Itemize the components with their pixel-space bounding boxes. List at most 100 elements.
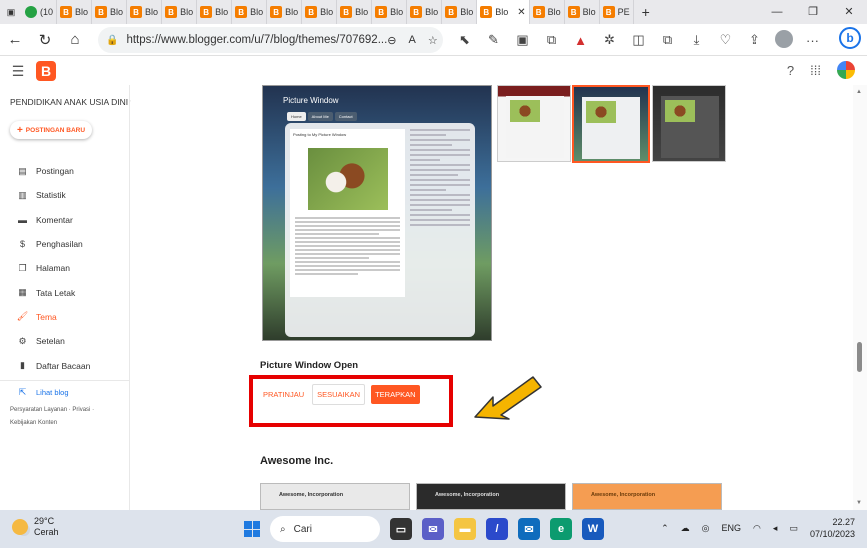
cloud-icon[interactable]: ☁ (681, 523, 690, 534)
lock-icon[interactable]: 🔒 (106, 35, 118, 46)
draw-icon[interactable]: ✎ (479, 32, 508, 48)
privacy-link[interactable]: Privasi (72, 407, 90, 413)
tray-app-icon[interactable]: ◎ (702, 523, 710, 534)
theme-thumbnail[interactable]: Awesome, Incorporation (572, 483, 722, 510)
url-bar[interactable]: 🔒 https://www.blogger.com/u/7/blog/theme… (98, 27, 443, 53)
variant-thumbnail[interactable] (652, 85, 726, 162)
new-tab-button[interactable]: + (634, 4, 658, 20)
cursor-icon[interactable]: ⬉ (450, 32, 479, 48)
taskview-icon[interactable]: ▭ (390, 518, 412, 540)
word-icon[interactable]: W (582, 518, 604, 540)
close-tab-icon[interactable]: ✕ (517, 7, 525, 18)
theme-thumbnail[interactable]: Awesome, Incorporation (416, 483, 566, 510)
browser-tab[interactable]: B Blo (407, 0, 443, 24)
favorite-star-icon[interactable]: ☆ (428, 34, 438, 47)
scrollbar-thumb[interactable] (857, 342, 862, 372)
taskbar-search[interactable]: ⌕ Cari (270, 516, 380, 542)
browser-tab[interactable]: B Blo (267, 0, 303, 24)
browser-tab[interactable]: B Blo (162, 0, 198, 24)
browser-tab[interactable]: B Blo (337, 0, 373, 24)
scroll-down-icon[interactable]: ▼ (856, 500, 862, 506)
download-icon[interactable]: ⤓ (682, 32, 711, 48)
view-blog-link[interactable]: ⇱ Lihat blog (0, 379, 130, 404)
blog-name[interactable]: PENDIDIKAN ANAK USIA DINI (10, 97, 128, 107)
clock[interactable]: 22.27 07/10/2023 (810, 516, 855, 540)
sidebar-item-tema[interactable]: 🖌 Tema (0, 305, 130, 329)
profile-avatar[interactable] (774, 29, 793, 48)
hamburger-menu-icon[interactable]: ☰ (0, 63, 36, 80)
browser-tab[interactable]: B Blo (57, 0, 93, 24)
battery-icon[interactable]: ▭ (789, 523, 798, 534)
mail-icon[interactable]: ✉ (518, 518, 540, 540)
browser-tab[interactable]: B Blo (442, 0, 478, 24)
browser-tab[interactable]: B Blo (92, 0, 128, 24)
content-policy-link[interactable]: Kebijakan Konten (10, 420, 57, 426)
close-window-icon[interactable]: ✕ (831, 0, 867, 24)
terms-link[interactable]: Persyaratan Layanan (10, 407, 67, 413)
restore-icon[interactable]: ❐ (795, 0, 831, 24)
refresh-icon[interactable]: ↻ (30, 31, 60, 49)
browser-tab[interactable]: B Blo (565, 0, 600, 24)
edge-icon[interactable]: e (550, 518, 572, 540)
more-icon[interactable]: ··· (798, 33, 827, 48)
sidebar-item-komentar[interactable]: ▬ Komentar (0, 208, 130, 232)
file-explorer-icon[interactable]: ▬ (454, 518, 476, 540)
minimize-icon[interactable]: — (759, 0, 795, 24)
home-icon[interactable]: ⌂ (60, 31, 90, 48)
blog-selector[interactable]: PENDIDIKAN ANAK USIA DINI ▾ (10, 97, 135, 108)
app-icon[interactable]: / (486, 518, 508, 540)
theme-thumbnail[interactable]: Awesome, Incorporation (260, 483, 410, 510)
browser-tab[interactable]: B Blo (127, 0, 163, 24)
google-apps-icon[interactable]: ⁞⁞⁞ (810, 63, 821, 78)
browser-tab[interactable]: B Blo (302, 0, 338, 24)
share-icon[interactable]: ⇪ (740, 32, 769, 48)
sidebar-item-postingan[interactable]: ▤ Postingan (0, 159, 130, 183)
browser-tab[interactable]: B Blo (197, 0, 233, 24)
zoom-icon[interactable]: ⊖ (387, 34, 396, 47)
browser-tab[interactable]: B Blo (232, 0, 268, 24)
variant-thumbnail-selected[interactable] (572, 85, 650, 163)
sidebar-item-setelan[interactable]: ⚙ Setelan (0, 329, 130, 353)
windows-start-icon[interactable] (244, 521, 260, 537)
tab-actions-icon[interactable]: ▣ (0, 0, 22, 24)
browser-tab[interactable]: B Blo (372, 0, 408, 24)
apps-icon[interactable]: ⧉ (537, 32, 566, 48)
scrollbar[interactable]: ▲ ▼ (853, 85, 867, 510)
url-text[interactable]: https://www.blogger.com/u/7/blog/themes/… (126, 34, 387, 46)
preview-button[interactable]: PRATINJAU (261, 386, 306, 403)
read-aloud-icon[interactable]: A (409, 34, 416, 47)
account-avatar[interactable] (837, 61, 855, 79)
split-screen-icon[interactable]: ◫ (624, 32, 653, 48)
blogger-logo[interactable]: B (36, 61, 56, 81)
teams-icon[interactable]: ✉ (422, 518, 444, 540)
help-icon[interactable]: ? (787, 63, 794, 78)
sidebar-item-tata-letak[interactable]: ▦ Tata Letak (0, 280, 130, 304)
collections-icon[interactable]: ⧉ (653, 32, 682, 48)
bing-icon[interactable]: b (839, 27, 861, 49)
theme-preview[interactable]: Picture Window Home About Me Contact Pos… (262, 85, 492, 341)
browser-tab[interactable]: B PE (600, 0, 634, 24)
sidebar-item-statistik[interactable]: ▥ Statistik (0, 183, 130, 207)
pdf-icon[interactable]: ▲ (566, 33, 595, 48)
language-indicator[interactable]: ENG (722, 523, 742, 533)
variant-thumbnail[interactable] (497, 85, 571, 162)
performance-icon[interactable]: ♡ (711, 32, 740, 48)
browser-tab[interactable]: B Blo (530, 0, 565, 24)
weather-widget[interactable]: 29°C Cerah (12, 516, 59, 538)
speaker-icon[interactable]: ◂ (773, 523, 778, 534)
sidebar-item-penghasilan[interactable]: $ Penghasilan (0, 232, 130, 256)
new-post-button[interactable]: + POSTINGAN BARU (10, 121, 92, 139)
apply-button[interactable]: TERAPKAN (371, 385, 420, 404)
customize-button[interactable]: SESUAIKAN (312, 384, 366, 405)
browser-tab[interactable]: (10 (22, 0, 58, 24)
clipboard-icon[interactable]: ▣ (508, 32, 537, 48)
wifi-icon[interactable]: ◠ (753, 523, 761, 534)
chevron-up-icon[interactable]: ⌃ (661, 523, 669, 534)
back-icon[interactable]: ← (0, 31, 30, 48)
scroll-up-icon[interactable]: ▲ (856, 89, 862, 95)
sidebar-item-daftar-bacaan[interactable]: ▮ Daftar Bacaan (0, 353, 130, 377)
extensions-icon[interactable]: ✲ (595, 32, 624, 48)
bookmark-icon: ▮ (20, 360, 25, 371)
sidebar-item-halaman[interactable]: ❐ Halaman (0, 256, 130, 280)
browser-tab[interactable]: B Blo ✕ (477, 0, 530, 24)
